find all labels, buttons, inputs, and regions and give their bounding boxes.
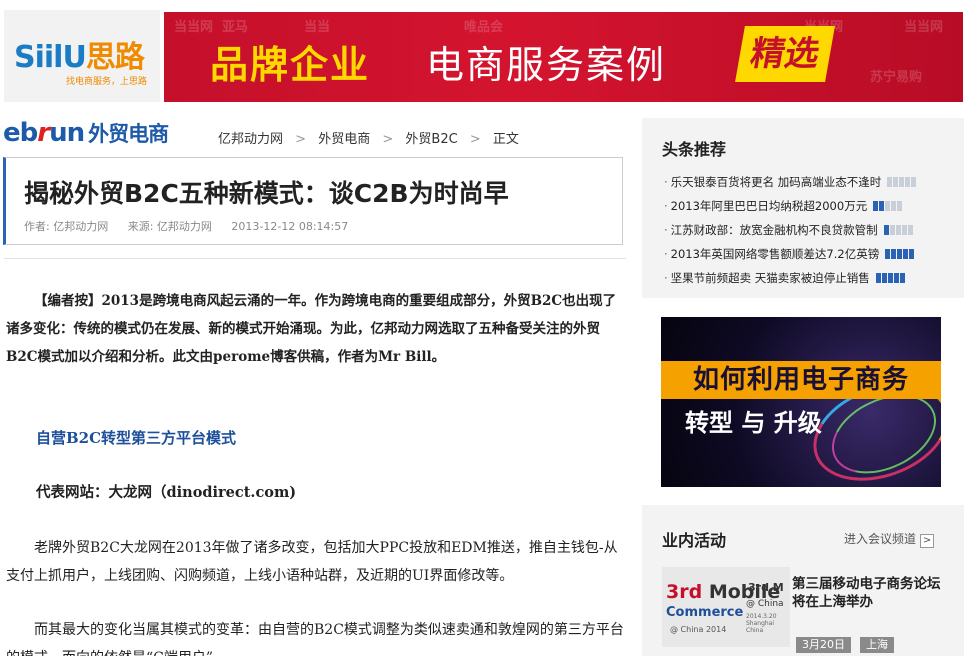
banner-bg-text: 当当网	[174, 20, 214, 35]
headline-text: 坚果节前频超卖 天猫卖家被迫停止销售	[670, 271, 870, 285]
banner-bg-text: 当当	[304, 20, 331, 35]
ad-title: 如何利用电子商务	[661, 361, 941, 399]
article-author: 作者: 亿邦动力网	[24, 220, 109, 233]
headline-text: 2013年英国网络零售额顺差达7.2亿英镑	[670, 247, 880, 261]
breadcrumb-separator: >	[295, 132, 307, 147]
sponsor-logo[interactable]: SiilU思路 找电商服务，上思路	[4, 10, 160, 102]
headline-item[interactable]: · 坚果节前频超卖 天猫卖家被迫停止销售	[664, 266, 964, 290]
site-logo[interactable]: ebrun 外贸电商	[3, 118, 169, 148]
article-title: 揭秘外贸B2C五种新模式：谈C2B为时尚早	[24, 179, 509, 208]
headline-text: 江苏财政部：放宽金融机构不良贷款管制	[670, 223, 878, 237]
banner-bg-text: 当当网	[904, 20, 944, 35]
editor-note: 【编者按】2013是跨境电商风起云涌的一年。作为跨境电商的重要组成部分，外贸B2…	[6, 293, 617, 365]
popularity-bars	[875, 267, 906, 291]
breadcrumb-current: 正文	[492, 132, 519, 147]
sponsor-logo-text: SiilU思路	[14, 40, 145, 75]
headlines-panel: 头条推荐 · 乐天银泰百货将更名 加码高端业态不逢时 · 2013年阿里巴巴日均纳税超…	[642, 118, 964, 298]
event-image-text: @ China	[746, 599, 784, 609]
bullet-icon: ·	[664, 175, 668, 189]
banner-bg-text: 苏宁易购	[870, 70, 923, 85]
top-banner-area: SiilU思路 找电商服务，上思路 当当网 亚马 当当 唯品会 苏宁易购 当当网…	[0, 0, 965, 110]
activities-title: 业内活动	[662, 531, 727, 550]
article-paragraph: 而其最大的变化当属其模式的变革：由自营的B2C模式调整为类似速卖通和敦煌网的第三…	[6, 622, 624, 656]
event-image[interactable]: 3rd Mobile Commerce @ China 2014 3rd M @…	[662, 567, 790, 647]
ad-subtitle: 转型 与 升级	[685, 409, 822, 437]
ad-banner[interactable]: 当当网 亚马 当当 唯品会 苏宁易购 当当网 当当网 品牌企业 电商服务案例 精…	[164, 12, 963, 102]
breadcrumb: 亿邦动力网 > 外贸电商 > 外贸B2C > 正文	[218, 128, 527, 147]
event-image-text: @ China 2014	[670, 625, 727, 634]
headline-item[interactable]: · 乐天银泰百货将更名 加码高端业态不逢时	[664, 170, 964, 194]
banner-bg-text: 亚马	[222, 20, 249, 35]
headline-text: 乐天银泰百货将更名 加码高端业态不逢时	[670, 175, 882, 189]
event-date-badge: 3月20日	[796, 637, 851, 653]
headline-text: 2013年阿里巴巴日均纳税超2000万元	[670, 199, 868, 213]
bullet-icon: ·	[664, 223, 668, 237]
popularity-bars	[873, 195, 903, 219]
article-header: 揭秘外贸B2C五种新模式：谈C2B为时尚早 作者: 亿邦动力网 来源: 亿邦动力…	[3, 157, 623, 245]
article-body: 【编者按】2013是跨境电商风起云涌的一年。作为跨境电商的重要组成部分，外贸B2…	[4, 258, 626, 656]
popularity-bars	[883, 219, 914, 243]
breadcrumb-separator: >	[469, 132, 481, 147]
banner-tag: 精选	[735, 26, 835, 82]
event-city-badge: 上海	[860, 637, 894, 653]
enter-conference-link[interactable]: 进入会议频道 >	[844, 530, 935, 548]
headlines-list: · 乐天银泰百货将更名 加码高端业态不逢时 · 2013年阿里巴巴日均纳税超2000万…	[664, 170, 964, 290]
sponsor-logo-tagline: 找电商服务，上思路	[66, 77, 148, 87]
breadcrumb-item[interactable]: 外贸B2C	[405, 132, 457, 147]
chevron-right-icon: >	[920, 534, 935, 548]
article-paragraph: 老牌外贸B2C大龙网在2013年做了诸多改变，包括加大PPC投放和EDM推送，推…	[6, 540, 618, 584]
breadcrumb-item[interactable]: 亿邦动力网	[218, 132, 283, 147]
article-source: 来源: 亿邦动力网	[127, 220, 212, 233]
activities-panel: 业内活动 进入会议频道 > 3rd Mobile Commerce @ China…	[642, 505, 964, 656]
sidebar-ad[interactable]: 如何利用电子商务 转型 与 升级	[661, 317, 941, 487]
banner-bg-text: 唯品会	[464, 20, 504, 35]
breadcrumb-item[interactable]: 外贸电商	[318, 132, 370, 147]
headlines-title: 头条推荐	[662, 140, 727, 159]
banner-headline: 品牌企业	[210, 43, 371, 87]
headline-item[interactable]: · 2013年英国网络零售额顺差达7.2亿英镑	[664, 242, 964, 266]
headline-item[interactable]: · 2013年阿里巴巴日均纳税超2000万元	[664, 194, 964, 218]
article-date: 2013-12-12 08:14:57	[231, 220, 349, 233]
representative-site: 代表网站：大龙网（dinodirect.com)	[36, 484, 297, 501]
event-image-text: 3rd M	[748, 581, 784, 594]
popularity-bars	[885, 243, 915, 267]
article-meta: 作者: 亿邦动力网 来源: 亿邦动力网 2013-12-12 08:14:57	[24, 218, 364, 234]
event-image-text: 2014.3.20 Shanghai China	[746, 613, 777, 634]
bullet-icon: ·	[664, 199, 668, 213]
breadcrumb-separator: >	[382, 132, 394, 147]
enter-conference-label: 进入会议频道	[844, 532, 917, 546]
bullet-icon: ·	[664, 271, 668, 285]
headline-item[interactable]: · 江苏财政部：放宽金融机构不良贷款管制	[664, 218, 964, 242]
section-heading: 自营B2C转型第三方平台模式	[36, 429, 237, 447]
bullet-icon: ·	[664, 247, 668, 261]
popularity-bars	[887, 171, 917, 195]
banner-headline-rest: 电商服务案例	[426, 43, 667, 87]
event-image-text: Commerce	[666, 605, 744, 620]
event-title[interactable]: 第三届移动电子商务论坛将在上海举办	[792, 575, 942, 611]
